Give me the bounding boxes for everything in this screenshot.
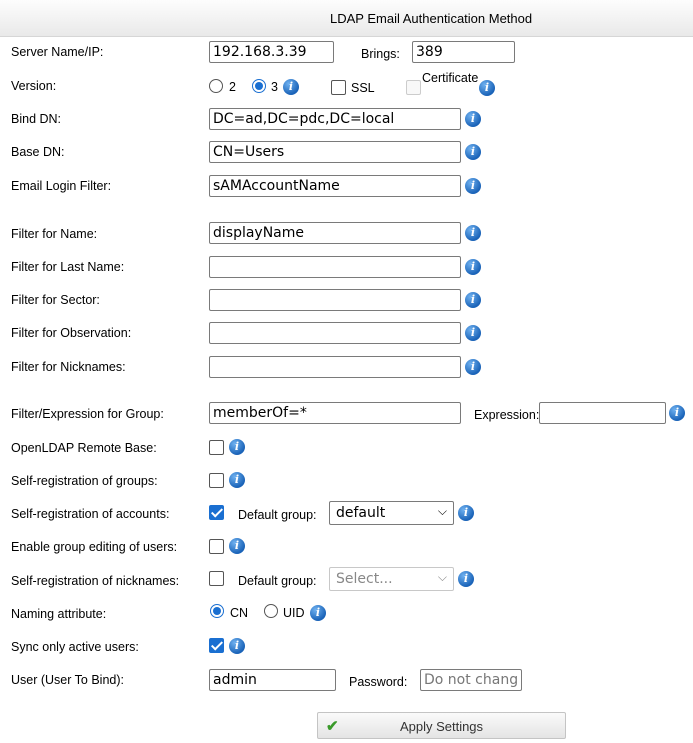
version-3-radio[interactable] <box>252 79 266 93</box>
self-registration-accounts-label: Self-registration of accounts: <box>11 507 170 521</box>
naming-attribute-label: Naming attribute: <box>11 607 107 621</box>
default-group-select[interactable]: default ⌵ <box>329 501 454 525</box>
info-icon[interactable]: i <box>283 79 299 95</box>
info-icon[interactable]: i <box>458 571 474 587</box>
page-header: LDAP Email Authentication Method <box>0 0 693 37</box>
certificate-checkbox[interactable] <box>406 80 421 95</box>
info-icon[interactable]: i <box>465 325 481 341</box>
nickname-default-group-placeholder: Select... <box>336 571 393 587</box>
filter-observation-input[interactable] <box>209 322 461 344</box>
info-icon[interactable]: i <box>465 292 481 308</box>
info-icon[interactable]: i <box>465 359 481 375</box>
filter-nicknames-input[interactable] <box>209 356 461 378</box>
page-title: LDAP Email Authentication Method <box>330 11 533 26</box>
default-group-label: Default group: <box>238 508 317 522</box>
sync-active-label: Sync only active users: <box>11 640 139 654</box>
filter-group-label: Filter/Expression for Group: <box>11 407 164 421</box>
info-icon[interactable]: i <box>229 638 245 654</box>
base-dn-label: Base DN: <box>11 145 65 159</box>
self-registration-nicknames-checkbox[interactable] <box>209 571 224 586</box>
chevron-down-icon: ⌵ <box>437 504 447 518</box>
version-2-label: 2 <box>229 80 236 94</box>
filter-name-label: Filter for Name: <box>11 227 98 241</box>
self-registration-accounts-checkbox[interactable] <box>209 505 224 520</box>
nickname-default-group-select[interactable]: Select... ⌵ <box>329 567 454 591</box>
ssl-label: SSL <box>351 81 375 95</box>
filter-group-input[interactable] <box>209 402 461 424</box>
version-label: Version: <box>11 79 57 93</box>
filter-sector-input[interactable] <box>209 289 461 311</box>
info-icon[interactable]: i <box>229 472 245 488</box>
bind-user-input[interactable] <box>209 669 336 691</box>
enable-group-editing-checkbox[interactable] <box>209 539 224 554</box>
filter-nicknames-label: Filter for Nicknames: <box>11 360 126 374</box>
expression-input[interactable] <box>539 402 666 424</box>
info-icon[interactable]: i <box>465 144 481 160</box>
self-registration-groups-checkbox[interactable] <box>209 473 224 488</box>
self-registration-nicknames-label: Self-registration of nicknames: <box>11 574 180 588</box>
filter-name-input[interactable] <box>209 222 461 244</box>
info-icon[interactable]: i <box>229 538 245 554</box>
naming-cn-label: CN <box>230 606 249 620</box>
bind-dn-input[interactable] <box>209 108 461 130</box>
self-registration-groups-label: Self-registration of groups: <box>11 474 158 488</box>
version-3-label: 3 <box>271 80 278 94</box>
info-icon[interactable]: i <box>669 405 685 421</box>
expression-label: Expression: <box>474 408 540 422</box>
certificate-label: Certificate <box>422 71 479 85</box>
enable-group-editing-label: Enable group editing of users: <box>11 540 178 554</box>
filter-last-name-label: Filter for Last Name: <box>11 260 125 274</box>
openldap-remote-base-checkbox[interactable] <box>209 440 224 455</box>
bind-dn-label: Bind DN: <box>11 112 62 126</box>
default-group-value: default <box>336 505 386 521</box>
sync-active-checkbox[interactable] <box>209 638 224 653</box>
base-dn-input[interactable] <box>209 141 461 163</box>
info-icon[interactable]: i <box>479 80 495 96</box>
bind-user-label: User (User To Bind): <box>11 673 124 687</box>
info-icon[interactable]: i <box>310 605 326 621</box>
server-input[interactable] <box>209 41 334 63</box>
filter-observation-label: Filter for Observation: <box>11 326 132 340</box>
ssl-checkbox[interactable] <box>331 80 346 95</box>
info-icon[interactable]: i <box>465 259 481 275</box>
version-2-radio[interactable] <box>209 79 223 93</box>
filter-last-name-input[interactable] <box>209 256 461 278</box>
filter-sector-label: Filter for Sector: <box>11 293 100 307</box>
naming-uid-label: UID <box>283 606 305 620</box>
chevron-down-icon: ⌵ <box>437 570 447 584</box>
info-icon[interactable]: i <box>458 505 474 521</box>
email-login-filter-label: Email Login Filter: <box>11 179 112 193</box>
info-icon[interactable]: i <box>465 225 481 241</box>
default-group-label: Default group: <box>238 574 317 588</box>
info-icon[interactable]: i <box>229 439 245 455</box>
port-label: Brings: <box>361 47 400 61</box>
naming-uid-radio[interactable] <box>264 604 278 618</box>
apply-settings-label: Apply Settings <box>399 719 484 734</box>
password-input[interactable] <box>420 669 522 691</box>
naming-cn-radio[interactable] <box>210 604 224 618</box>
server-label: Server Name/IP: <box>11 45 104 59</box>
info-icon[interactable]: i <box>465 111 481 127</box>
password-label: Password: <box>349 675 408 689</box>
info-icon[interactable]: i <box>465 178 481 194</box>
openldap-remote-base-label: OpenLDAP Remote Base: <box>11 441 157 455</box>
email-login-filter-input[interactable] <box>209 175 461 197</box>
port-input[interactable] <box>412 41 515 63</box>
apply-settings-button[interactable]: ✔ Apply Settings <box>317 712 566 739</box>
